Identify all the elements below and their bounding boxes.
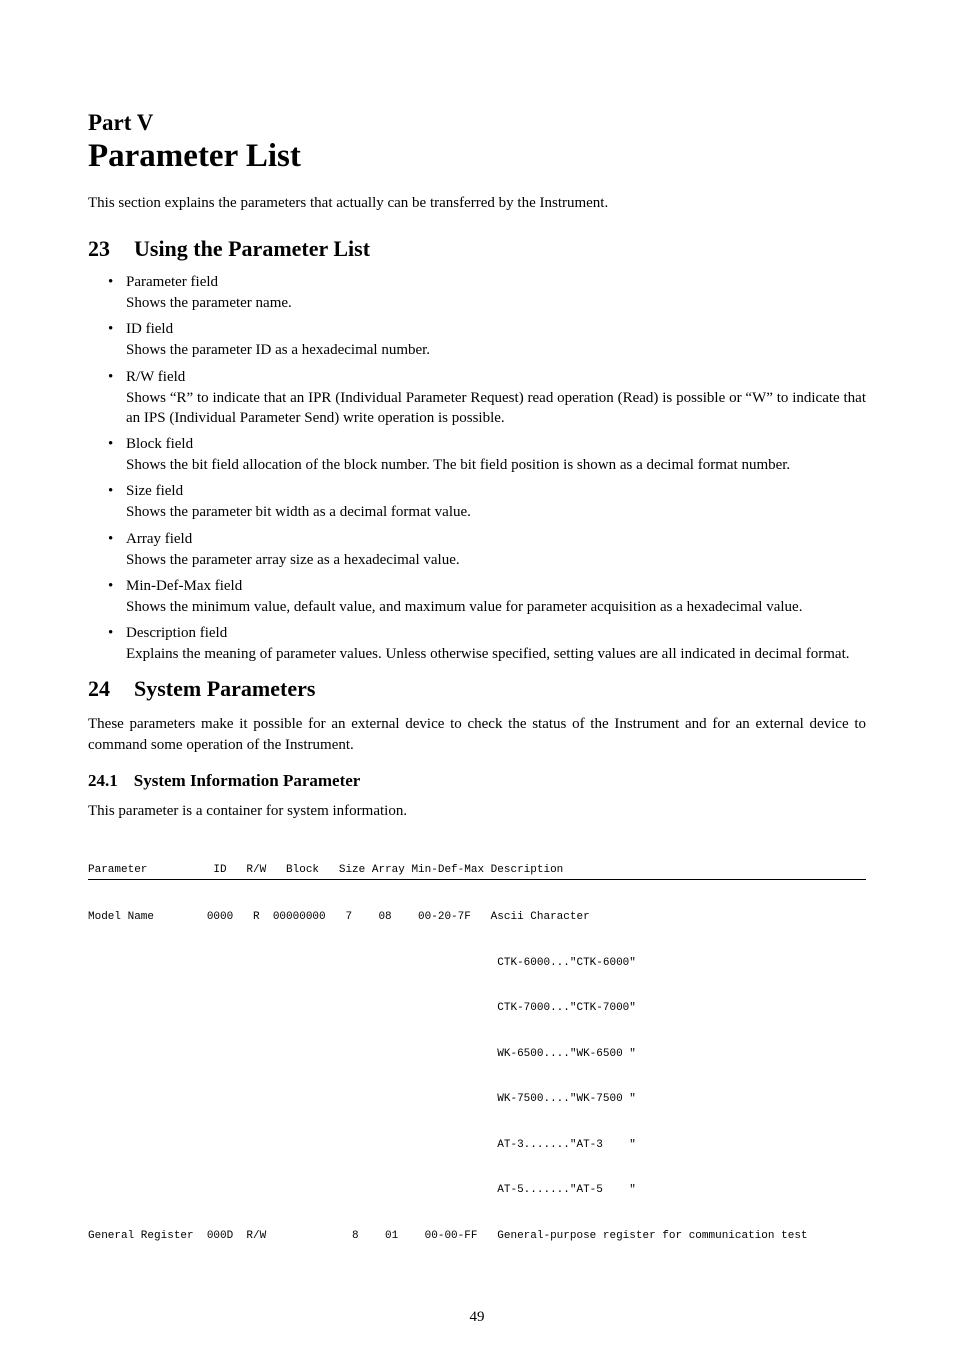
- list-item: Min-Def-Max field Shows the minimum valu…: [108, 578, 866, 617]
- section-24-1-heading: 24.1 System Information Parameter: [88, 771, 866, 791]
- list-item: Array field Shows the parameter array si…: [108, 531, 866, 570]
- table-row: CTK-7000..."CTK-7000": [88, 1000, 866, 1016]
- field-name: Block field: [126, 436, 866, 453]
- table-row: WK-7500...."WK-7500 ": [88, 1091, 866, 1107]
- field-desc: Shows “R” to indicate that an IPR (Indiv…: [126, 388, 866, 429]
- field-name: Size field: [126, 483, 866, 500]
- section-24-intro: These parameters make it possible for an…: [88, 714, 866, 755]
- field-desc: Shows the parameter ID as a hexadecimal …: [126, 340, 866, 360]
- list-item: ID field Shows the parameter ID as a hex…: [108, 321, 866, 360]
- section-24-1-intro: This parameter is a container for system…: [88, 801, 866, 821]
- section-number: 23: [88, 236, 110, 262]
- field-desc: Shows the parameter name.: [126, 293, 866, 313]
- field-name: Array field: [126, 531, 866, 548]
- field-name: Min-Def-Max field: [126, 578, 866, 595]
- section-title: Using the Parameter List: [134, 236, 370, 261]
- intro-paragraph: This section explains the parameters tha…: [88, 195, 866, 212]
- list-item: Description field Explains the meaning o…: [108, 625, 866, 664]
- section-title: System Parameters: [134, 676, 315, 701]
- table-row: Model Name 0000 R 00000000 7 08 00-20-7F…: [88, 909, 866, 925]
- table-row: AT-3......."AT-3 ": [88, 1137, 866, 1153]
- subsection-number: 24.1: [88, 771, 118, 791]
- field-desc: Shows the parameter bit width as a decim…: [126, 502, 866, 522]
- document-page: Part V Parameter List This section expla…: [0, 0, 954, 1366]
- list-item: Parameter field Shows the parameter name…: [108, 274, 866, 313]
- section-23-heading: 23 Using the Parameter List: [88, 236, 866, 262]
- field-name: ID field: [126, 321, 866, 338]
- field-list: Parameter field Shows the parameter name…: [88, 274, 866, 664]
- list-item: R/W field Shows “R” to indicate that an …: [108, 369, 866, 429]
- table-row: General Register 000D R/W 8 01 00-00-FF …: [88, 1228, 866, 1244]
- page-number: 49: [88, 1309, 866, 1326]
- table-row: CTK-6000..."CTK-6000": [88, 955, 866, 971]
- part-title: Parameter List: [88, 138, 866, 175]
- field-name: Description field: [126, 625, 866, 642]
- field-name: Parameter field: [126, 274, 866, 291]
- field-desc: Shows the minimum value, default value, …: [126, 597, 866, 617]
- field-name: R/W field: [126, 369, 866, 386]
- list-item: Size field Shows the parameter bit width…: [108, 483, 866, 522]
- section-number: 24: [88, 676, 110, 702]
- section-24-heading: 24 System Parameters: [88, 676, 866, 702]
- subsection-title: System Information Parameter: [134, 771, 361, 790]
- field-desc: Explains the meaning of parameter values…: [126, 644, 866, 664]
- table-header: Parameter ID R/W Block Size Array Min-De…: [88, 863, 866, 880]
- list-item: Block field Shows the bit field allocati…: [108, 436, 866, 475]
- table-row: AT-5......."AT-5 ": [88, 1182, 866, 1198]
- field-desc: Shows the parameter array size as a hexa…: [126, 550, 866, 570]
- parameter-table: Parameter ID R/W Block Size Array Min-De…: [88, 833, 866, 1273]
- part-label: Part V: [88, 110, 866, 136]
- field-desc: Shows the bit field allocation of the bl…: [126, 455, 866, 475]
- table-row: WK-6500...."WK-6500 ": [88, 1046, 866, 1062]
